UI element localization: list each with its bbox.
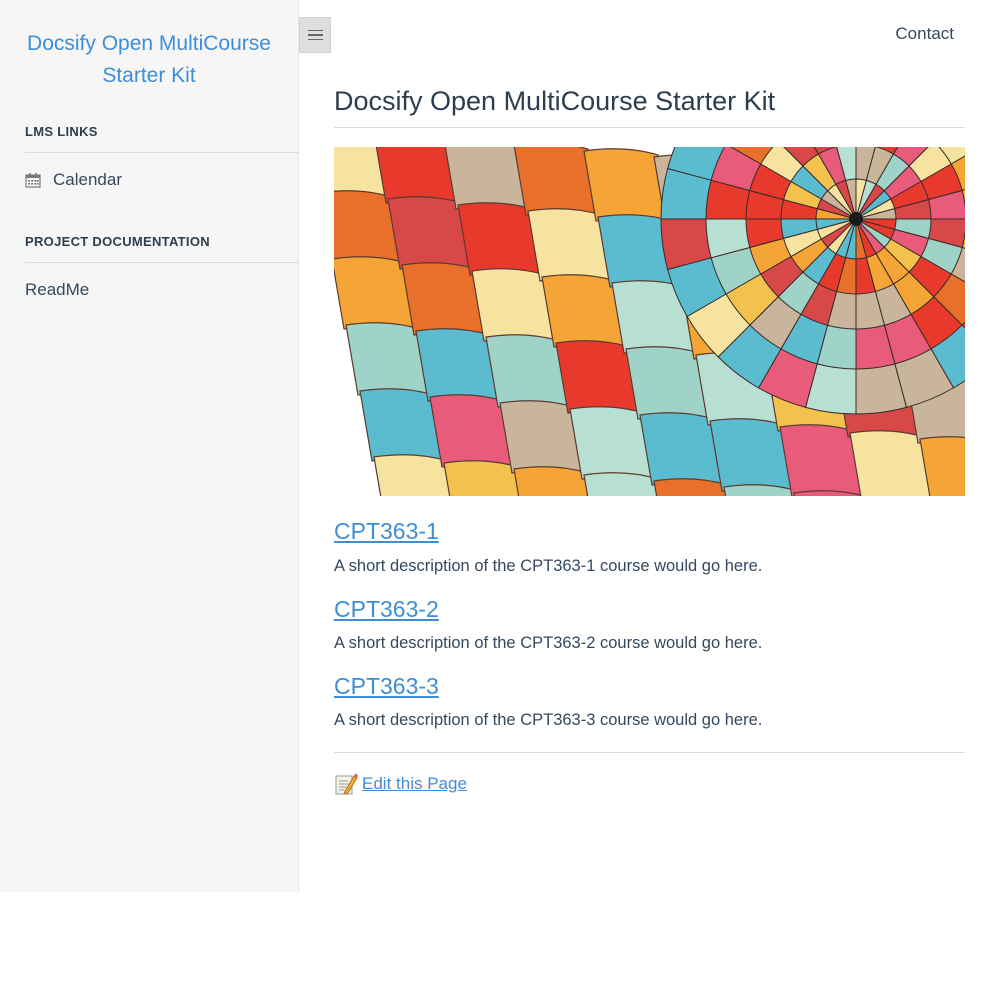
hamburger-menu-icon <box>307 29 323 32</box>
sidebar-heading-project-documentation: Project Documentation <box>25 234 210 249</box>
edit-page-label: Edit this Page <box>362 774 467 793</box>
sidebar-item-calendar[interactable]: Calendar <box>25 170 122 190</box>
course-link-cpt363-3[interactable]: CPT363-3 <box>334 673 439 700</box>
sidebar-divider <box>25 262 299 263</box>
sidebar-toggle-button[interactable] <box>299 17 331 53</box>
sidebar-divider <box>25 152 299 153</box>
footer-divider <box>334 752 965 753</box>
hero-image <box>334 147 965 496</box>
app-name-link[interactable]: Docsify Open MultiCourse Starter Kit <box>0 0 298 92</box>
sidebar-item-readme[interactable]: ReadMe <box>25 280 89 300</box>
memo-pencil-icon <box>335 773 358 795</box>
course-description: A short description of the CPT363-2 cour… <box>334 634 763 652</box>
sidebar: Docsify Open MultiCourse Starter Kit LMS… <box>0 0 299 892</box>
course-description: A short description of the CPT363-1 cour… <box>334 557 763 575</box>
course-link-cpt363-2[interactable]: CPT363-2 <box>334 596 439 623</box>
edit-page-link[interactable]: Edit this Page <box>334 772 467 796</box>
course-description: A short description of the CPT363-3 cour… <box>334 711 763 729</box>
sidebar-heading-lms-links: LMS Links <box>25 124 98 139</box>
page-title: Docsify Open MultiCourse Starter Kit <box>334 86 965 128</box>
calendar-icon <box>25 173 41 188</box>
sidebar-item-label: Calendar <box>53 170 122 189</box>
course-link-cpt363-1[interactable]: CPT363-1 <box>334 518 439 545</box>
nav-contact-link[interactable]: Contact <box>895 24 954 44</box>
